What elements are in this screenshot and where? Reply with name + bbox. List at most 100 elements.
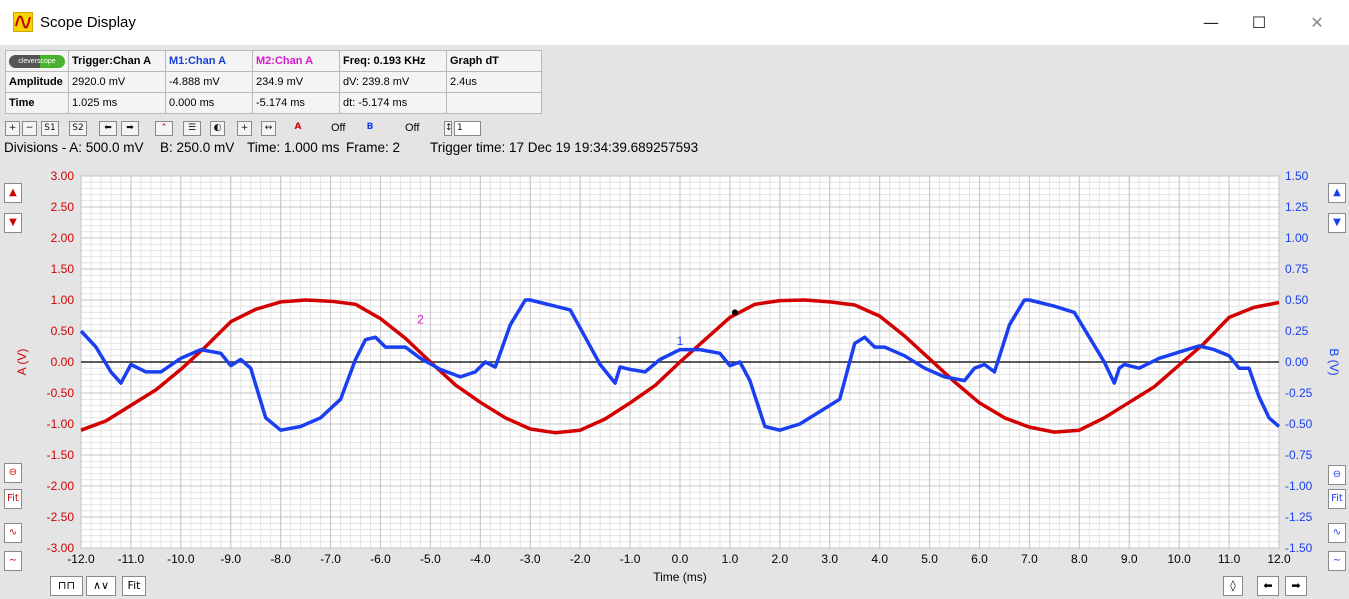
frame-spinner-input[interactable]: 1 (454, 121, 481, 136)
s2-button[interactable]: S2 (69, 121, 87, 136)
channel-b-state: Off (405, 122, 420, 134)
scroll-right-icon[interactable]: ➡ (1285, 576, 1307, 596)
time-fit-button[interactable]: Fit (122, 576, 146, 596)
header-m2: M2:Chan A (252, 50, 340, 72)
marker-icon[interactable]: ◊ (1223, 576, 1243, 596)
y-right-tick-label: 1.50 (1285, 169, 1309, 183)
table-cell: 234.9 mV (252, 71, 340, 93)
table-cell: -4.888 mV (165, 71, 253, 93)
chan-b-wave-icon[interactable]: ∿ (1328, 523, 1346, 543)
chan-b-center-icon[interactable]: ⊖ (1328, 465, 1346, 485)
divisions-a: Divisions - A: 500.0 mV (4, 140, 144, 155)
channel-a-icon[interactable]: A (288, 121, 308, 136)
y-left-tick-label: 1.50 (51, 262, 75, 276)
maximize-button[interactable]: ☐ (1236, 0, 1282, 45)
list-icon[interactable]: ☰ (183, 121, 201, 136)
chan-b-wave-alt-icon[interactable]: ∼ (1328, 551, 1346, 571)
x-axis-label: Time (ms) (653, 570, 707, 584)
peak-icon[interactable]: ⌃ (155, 121, 173, 136)
scope-panel: cleverscope Trigger:Chan A M1:Chan A M2:… (0, 45, 1349, 599)
y-right-tick-label: -1.00 (1285, 479, 1313, 493)
x-tick-label: -10.0 (167, 552, 195, 566)
y-left-tick-label: 1.00 (51, 293, 75, 307)
marker-1-label: 1 (677, 334, 684, 348)
header-m1: M1:Chan A (165, 50, 253, 72)
zoom-out-icon[interactable]: − (22, 121, 37, 136)
zoom-in-icon[interactable]: + (5, 121, 20, 136)
chan-a-center-icon[interactable]: ⊖ (4, 463, 22, 483)
measurement-table: cleverscope Trigger:Chan A M1:Chan A M2:… (5, 50, 542, 114)
y-right-tick-label: -1.50 (1285, 541, 1313, 555)
scope-app-icon (13, 12, 33, 32)
cursor-icon[interactable]: ◐ (210, 121, 225, 136)
y-left-tick-label: -1.00 (47, 417, 75, 431)
table-cell: dt: -5.174 ms (339, 92, 447, 114)
chan-b-up-button[interactable]: ▲ (1328, 183, 1346, 203)
scroll-left-icon[interactable]: ⬅ (1257, 576, 1279, 596)
y-left-tick-label: -2.50 (47, 510, 75, 524)
chan-b-fit-button[interactable]: Fit (1328, 489, 1346, 509)
y-left-axis-label: A (V) (15, 349, 29, 376)
divisions-b: B: 250.0 mV (160, 140, 235, 155)
header-freq: Freq: 0.193 KHz (339, 50, 447, 72)
chan-a-wave-icon[interactable]: ∿ (4, 523, 22, 543)
y-left-tick-label: 2.00 (51, 231, 75, 245)
x-tick-label: 9.0 (1121, 552, 1138, 566)
y-left-tick-label: 2.50 (51, 200, 75, 214)
y-right-tick-label: -1.25 (1285, 510, 1313, 524)
x-tick-label: 3.0 (821, 552, 838, 566)
x-tick-label: -7.0 (320, 552, 341, 566)
chan-a-wave-alt-icon[interactable]: ∼ (4, 551, 22, 571)
chan-a-fit-button[interactable]: Fit (4, 489, 22, 509)
y-right-tick-label: -0.75 (1285, 448, 1313, 462)
x-tick-label: 11.0 (1218, 552, 1241, 566)
x-tick-label: 2.0 (771, 552, 788, 566)
table-cell: 2.4us (446, 71, 542, 93)
y-right-axis-label: B (V) (1327, 348, 1341, 375)
cleverscope-logo: cleverscope (9, 55, 65, 68)
chan-a-up-button[interactable]: ▲ (4, 183, 22, 203)
series-chan-b-line (79, 298, 1281, 432)
expand-icon[interactable]: ↔ (261, 121, 276, 136)
x-tick-label: -5.0 (420, 552, 441, 566)
series-chan-a-line (80, 298, 1280, 435)
header-trigger: Trigger:Chan A (68, 50, 166, 72)
plus-box-icon[interactable]: + (237, 121, 252, 136)
y-left-tick-label: -2.00 (47, 479, 75, 493)
arrow-left-icon[interactable]: ⬅ (99, 121, 117, 136)
table-cell (446, 92, 542, 114)
scope-chart[interactable]: -12.0 -11.0 -10.0 -9.0 -8.0 -7.0 -6.0 -5.0 -4.0 -… (0, 45, 1349, 599)
square-wave-icon[interactable]: ⊓⊓ (50, 576, 83, 596)
y-left-tick-label: -0.50 (47, 386, 75, 400)
logo-cell: cleverscope (5, 50, 69, 72)
y-right-tick-label: 0.50 (1285, 293, 1309, 307)
y-right-tick-label: -0.50 (1285, 417, 1313, 431)
chan-b-down-button[interactable]: ▼ (1328, 213, 1346, 233)
x-tick-label: -12.0 (67, 552, 95, 566)
trigger-point-marker (731, 309, 738, 316)
channel-b-icon[interactable]: B (360, 121, 380, 136)
x-tick-label: 1.0 (722, 552, 739, 566)
minimize-button[interactable]: — (1188, 0, 1234, 45)
x-tick-label: 6.0 (971, 552, 988, 566)
table-cell: dV: 239.8 mV (339, 71, 447, 93)
x-tick-label: -3.0 (520, 552, 541, 566)
title-bar: Scope Display — ☐ ✕ (0, 0, 1349, 45)
y-right-tick-label: -0.25 (1285, 386, 1313, 400)
close-button[interactable]: ✕ (1294, 0, 1340, 45)
x-tick-label: -2.0 (570, 552, 591, 566)
y-right-tick-label: 0.75 (1285, 262, 1309, 276)
x-tick-label: 7.0 (1021, 552, 1038, 566)
x-tick-label: -11.0 (118, 552, 145, 566)
table-cell: -5.174 ms (252, 92, 340, 114)
window-title: Scope Display (40, 14, 136, 31)
arrow-right-icon[interactable]: ➡ (121, 121, 139, 136)
table-cell: 2920.0 mV (68, 71, 166, 93)
triangle-wave-icon[interactable]: ∧∨ (86, 576, 116, 596)
y-left-tick-label: 0.50 (51, 324, 75, 338)
frame-spinner-arrows[interactable]: ↕ (444, 121, 453, 136)
x-tick-label: -4.0 (470, 552, 491, 566)
s1-button[interactable]: S1 (41, 121, 59, 136)
x-tick-label: -9.0 (220, 552, 241, 566)
chan-a-down-button[interactable]: ▼ (4, 213, 22, 233)
